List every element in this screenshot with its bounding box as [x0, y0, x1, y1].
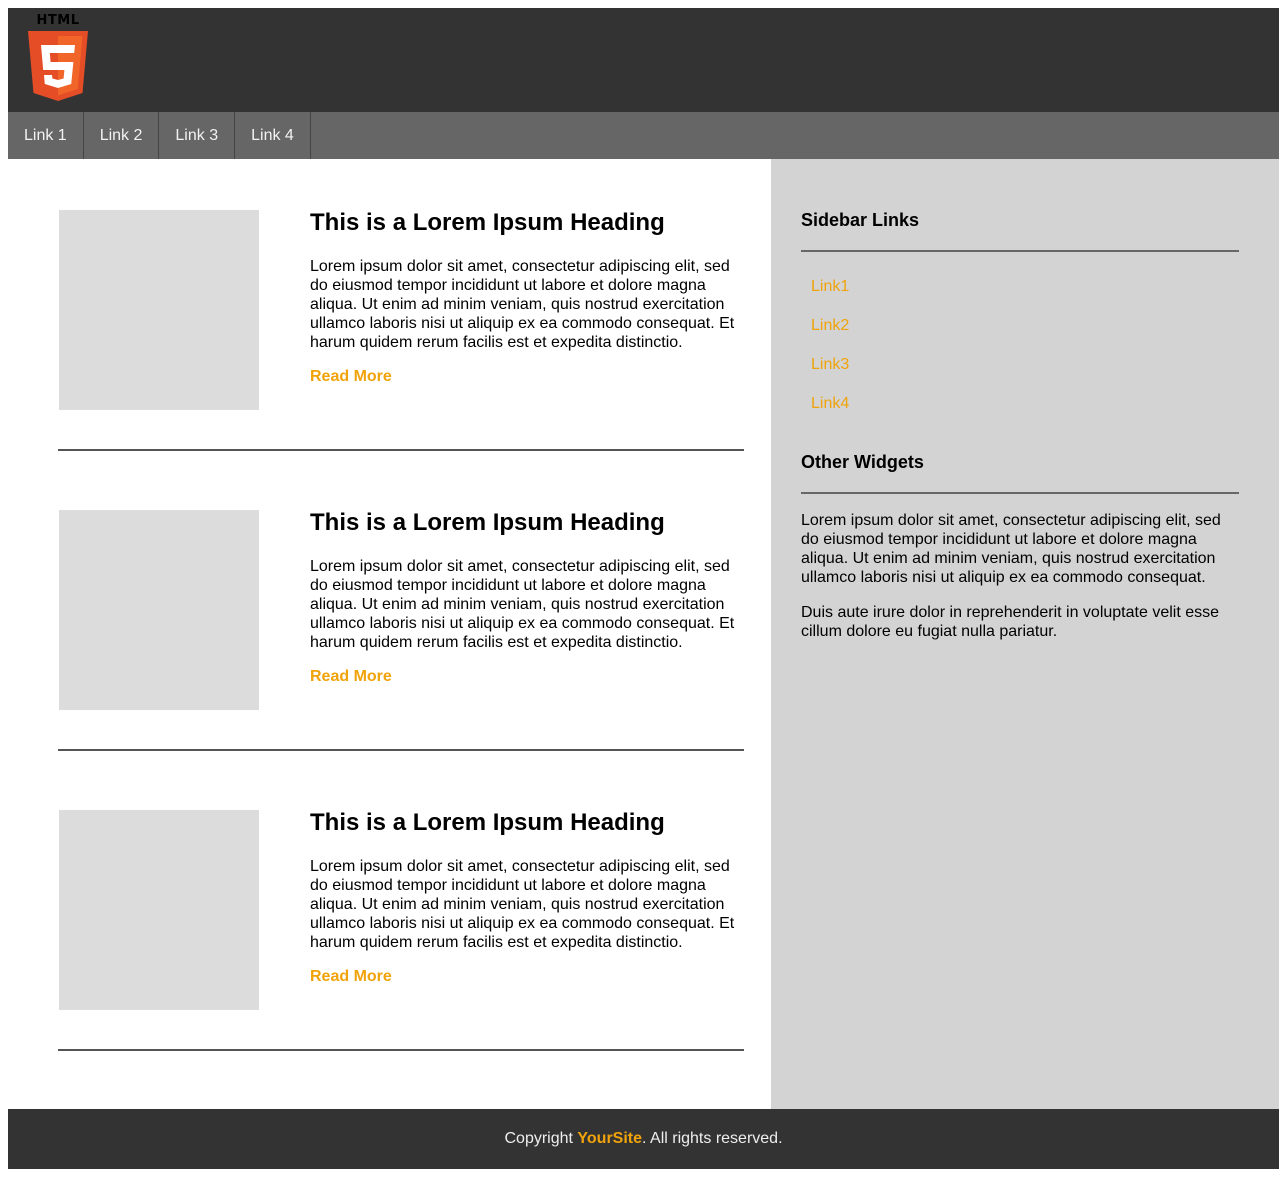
sidebar-link-3[interactable]: Link3 [811, 356, 1239, 395]
article-heading: This is a Lorem Ipsum Heading [310, 209, 665, 236]
sidebar-links-list: Link1 Link2 Link3 Link4 [801, 278, 1239, 434]
logo-text: HTML [36, 13, 80, 28]
footer-prefix: Copyright [504, 1130, 578, 1147]
article-thumbnail [59, 510, 259, 710]
article-text: Lorem ipsum dolor sit amet, consectetur … [310, 558, 735, 651]
main-nav: Link 1 Link 2 Link 3 Link 4 [8, 112, 1279, 159]
site-header: HTML [8, 8, 1279, 112]
content-area: This is a Lorem Ipsum Heading Lorem ipsu… [8, 159, 771, 1109]
main-layout: This is a Lorem Ipsum Heading Lorem ipsu… [8, 159, 1279, 1109]
article-text: Lorem ipsum dolor sit amet, consectetur … [310, 258, 735, 351]
sidebar-links-title: Sidebar Links [801, 210, 920, 230]
article-divider [58, 749, 744, 751]
html5-shield-icon [28, 31, 88, 101]
nav-link-4[interactable]: Link 4 [235, 112, 311, 159]
article-divider [58, 1049, 744, 1051]
article-thumbnail [59, 210, 259, 410]
article-thumbnail [59, 810, 259, 1010]
page: HTML Link 1 Link 2 Link 3 Link 4 This is… [8, 8, 1279, 1169]
article-text: Lorem ipsum dolor sit amet, consectetur … [310, 858, 735, 951]
sidebar-divider [801, 250, 1239, 252]
article-body: This is a Lorem Ipsum Heading Lorem ipsu… [310, 509, 740, 686]
read-more-link[interactable]: Read More [310, 968, 392, 986]
sidebar-divider [801, 492, 1239, 494]
nav-link-2[interactable]: Link 2 [84, 112, 160, 159]
site-footer: Copyright YourSite. All rights reserved. [8, 1109, 1279, 1169]
article-heading: This is a Lorem Ipsum Heading [310, 509, 665, 536]
article-body: This is a Lorem Ipsum Heading Lorem ipsu… [310, 809, 740, 986]
footer-suffix: . All rights reserved. [642, 1130, 783, 1147]
sidebar-link-4[interactable]: Link4 [811, 395, 1239, 434]
widget-paragraph: Duis aute irure dolor in reprehenderit i… [801, 604, 1220, 640]
sidebar-link-1[interactable]: Link1 [811, 278, 1239, 317]
article-heading: This is a Lorem Ipsum Heading [310, 809, 665, 836]
other-widgets-title: Other Widgets [801, 452, 924, 472]
html5-logo-icon[interactable]: HTML [27, 14, 89, 104]
nav-link-1[interactable]: Link 1 [8, 112, 84, 159]
widget-paragraph: Lorem ipsum dolor sit amet, consectetur … [801, 512, 1221, 586]
footer-brand-link[interactable]: YourSite [577, 1130, 642, 1148]
nav-link-3[interactable]: Link 3 [159, 112, 236, 159]
sidebar-link-2[interactable]: Link2 [811, 317, 1239, 356]
read-more-link[interactable]: Read More [310, 668, 392, 686]
sidebar: Sidebar Links Link1 Link2 Link3 Link4 Ot… [771, 159, 1279, 1109]
article-divider [58, 449, 744, 451]
read-more-link[interactable]: Read More [310, 368, 392, 386]
article-body: This is a Lorem Ipsum Heading Lorem ipsu… [310, 209, 740, 386]
